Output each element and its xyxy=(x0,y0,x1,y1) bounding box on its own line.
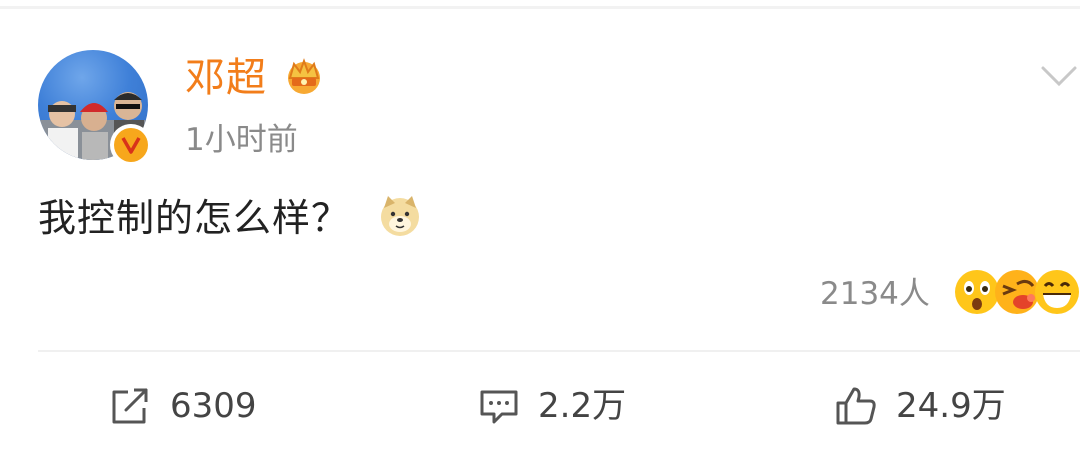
repost-button[interactable]: 6309 xyxy=(108,380,257,432)
thumbs-up-icon xyxy=(836,387,876,425)
comment-button[interactable]: 2.2万 xyxy=(478,380,626,432)
reaction-count[interactable]: 2134人 xyxy=(820,272,930,316)
reaction-emoji-group[interactable] xyxy=(953,268,1080,318)
doge-icon xyxy=(381,196,419,236)
repost-count: 6309 xyxy=(170,386,257,426)
comment-icon xyxy=(480,390,518,424)
verified-v-icon xyxy=(114,128,148,162)
username[interactable]: 邓超 xyxy=(185,52,267,104)
verified-badge xyxy=(110,124,152,166)
repost-icon xyxy=(112,388,148,424)
weibo-post-card: 邓超 1小时前 我控制的怎么样？ 2134人 6309 2.2万 24.9万 xyxy=(0,0,1080,451)
divider xyxy=(38,350,1080,352)
crown-icon xyxy=(288,58,320,94)
top-divider xyxy=(0,6,1080,9)
timestamp: 1小时前 xyxy=(185,122,298,158)
like-button[interactable]: 24.9万 xyxy=(834,380,1006,432)
comment-count: 2.2万 xyxy=(538,386,627,426)
grin-icon xyxy=(1035,270,1079,314)
like-count: 24.9万 xyxy=(896,386,1006,426)
chevron-down-icon[interactable] xyxy=(1040,64,1078,88)
post-text: 我控制的怎么样？ xyxy=(38,196,351,240)
